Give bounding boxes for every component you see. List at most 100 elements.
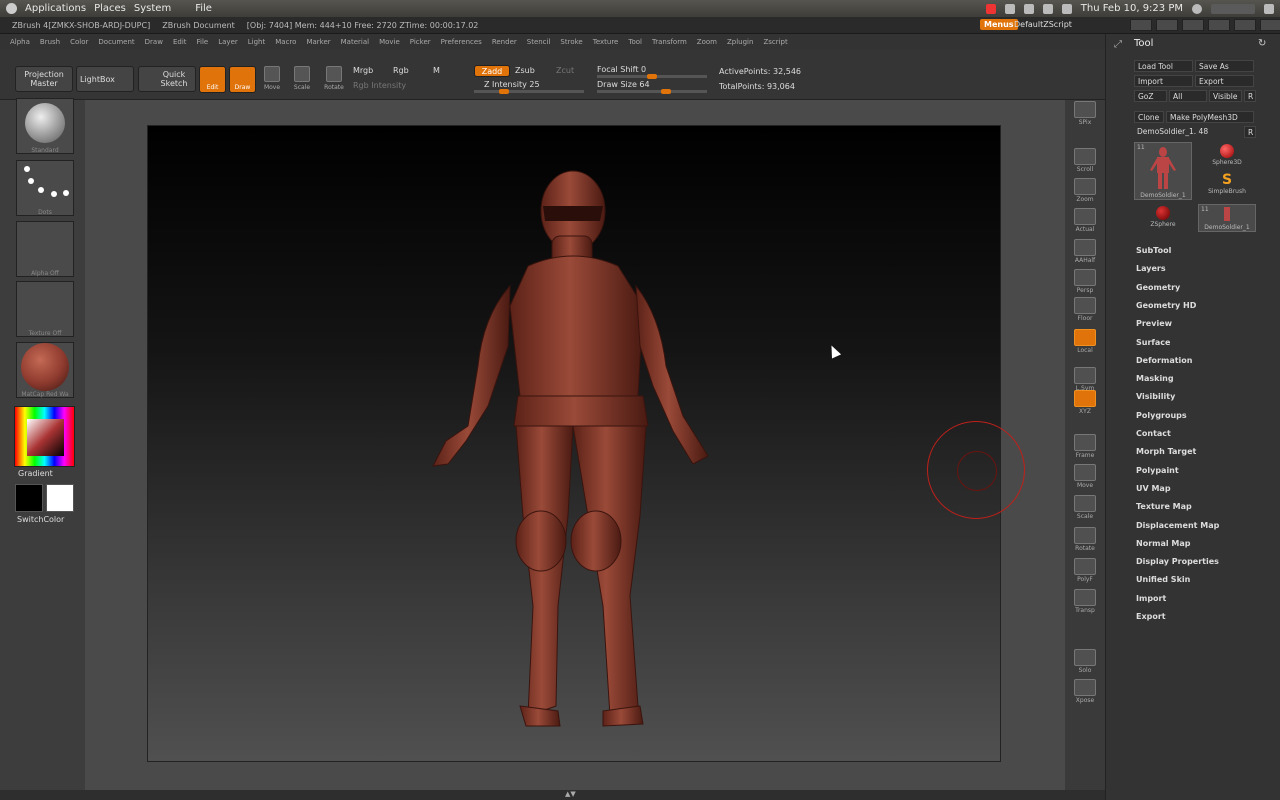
shelf-solo-button[interactable]: Solo: [1069, 648, 1101, 676]
quick-sketch-button[interactable]: Quick Sketch: [138, 66, 196, 92]
shelf-xpose-button[interactable]: Xpose: [1069, 678, 1101, 706]
menu-item-zscript[interactable]: Zscript: [763, 38, 787, 46]
focal-shift-knob[interactable]: [647, 74, 657, 79]
refresh-icon[interactable]: ↻: [1258, 38, 1266, 49]
expand-arrows-icon[interactable]: ▲▼: [565, 790, 576, 798]
layout2-icon[interactable]: [1156, 19, 1178, 31]
tool-thumb-simplebrush[interactable]: S SimpleBrush: [1198, 173, 1256, 201]
menu-item-layer[interactable]: Layer: [218, 38, 238, 46]
menu-item-stencil[interactable]: Stencil: [527, 38, 551, 46]
move-button[interactable]: Move: [258, 66, 286, 100]
gradient-label[interactable]: Gradient: [18, 469, 53, 478]
tool-palette-title[interactable]: Tool: [1134, 38, 1153, 49]
z-intensity-track[interactable]: [474, 89, 584, 94]
soldier-model[interactable]: [148, 126, 1002, 763]
subpalette-visibility[interactable]: Visibility: [1136, 392, 1175, 401]
rotate-button[interactable]: Rotate: [320, 66, 348, 100]
make-polymesh3d-button[interactable]: Make PolyMesh3D: [1166, 111, 1254, 123]
menu-item-color[interactable]: Color: [70, 38, 88, 46]
bluetooth-icon[interactable]: [1023, 3, 1034, 14]
color-square[interactable]: [27, 419, 64, 456]
r-button[interactable]: R: [1244, 90, 1256, 102]
power-icon[interactable]: [1264, 3, 1274, 14]
pin-icon[interactable]: ⤢: [1114, 39, 1122, 50]
z-intensity-knob[interactable]: [499, 89, 509, 94]
shelf-frame-button[interactable]: Frame: [1069, 433, 1101, 461]
current-tool-slider[interactable]: DemoSoldier_1. 48: [1134, 126, 1244, 138]
focal-shift-track[interactable]: [597, 74, 707, 79]
lock-icon[interactable]: [1182, 19, 1204, 31]
subpalette-subtool[interactable]: SubTool: [1136, 246, 1171, 255]
color-picker[interactable]: [14, 406, 75, 467]
username-redacted[interactable]: [1211, 3, 1255, 14]
menu-item-preferences[interactable]: Preferences: [441, 38, 482, 46]
subpalette-polypaint[interactable]: Polypaint: [1136, 466, 1179, 475]
alpha-selector[interactable]: Alpha Off: [16, 221, 74, 277]
menu-item-zoom[interactable]: Zoom: [697, 38, 717, 46]
menu-item-tool[interactable]: Tool: [628, 38, 642, 46]
menu-file[interactable]: File: [195, 3, 212, 14]
menu-item-transform[interactable]: Transform: [652, 38, 687, 46]
menu-item-light[interactable]: Light: [248, 38, 265, 46]
subpalette-polygroups[interactable]: Polygroups: [1136, 411, 1187, 420]
m-button[interactable]: M: [433, 66, 440, 75]
save-as-button[interactable]: Save As: [1195, 60, 1254, 72]
subpalette-preview[interactable]: Preview: [1136, 319, 1172, 328]
subpalette-displacement-map[interactable]: Displacement Map: [1136, 521, 1219, 530]
secondary-color[interactable]: [46, 484, 74, 512]
ubuntu-logo-icon[interactable]: [6, 3, 17, 14]
volume-icon[interactable]: [1042, 3, 1053, 14]
menu-item-document[interactable]: Document: [98, 38, 134, 46]
rgb-intensity-slider[interactable]: Rgb Intensity: [353, 81, 406, 90]
texture-selector[interactable]: Texture Off: [16, 281, 74, 337]
subpalette-import[interactable]: Import: [1136, 594, 1166, 603]
mail-icon[interactable]: [1061, 3, 1072, 14]
menu-item-file[interactable]: File: [197, 38, 209, 46]
menu-item-movie[interactable]: Movie: [379, 38, 400, 46]
subpalette-export[interactable]: Export: [1136, 612, 1166, 621]
subpalette-uv-map[interactable]: UV Map: [1136, 484, 1171, 493]
shelf-scale-button[interactable]: Scale: [1069, 494, 1101, 522]
shelf-persp-button[interactable]: Persp: [1069, 268, 1101, 296]
menu-item-zplugin[interactable]: Zplugin: [727, 38, 753, 46]
subpalette-geometry-hd[interactable]: Geometry HD: [1136, 301, 1196, 310]
shelf-zoom-button[interactable]: Zoom: [1069, 177, 1101, 205]
switch-color-button[interactable]: SwitchColor: [17, 515, 64, 524]
tool-thumb-zsphere[interactable]: ZSphere: [1134, 204, 1192, 232]
shelf-local-button[interactable]: Local: [1069, 328, 1101, 356]
default-zscript-button[interactable]: DefaultZScript: [1014, 20, 1072, 29]
import-button[interactable]: Import: [1134, 75, 1193, 87]
scale-button[interactable]: Scale: [288, 66, 316, 100]
shelf-move-button[interactable]: Move: [1069, 463, 1101, 491]
zadd-button[interactable]: Zadd: [474, 65, 510, 77]
subpalette-texture-map[interactable]: Texture Map: [1136, 502, 1192, 511]
shelf-rotate-button[interactable]: Rotate: [1069, 526, 1101, 554]
draw-size-slider[interactable]: Draw Size 64: [597, 80, 650, 89]
mrgb-button[interactable]: Mrgb: [353, 66, 373, 75]
zcut-button[interactable]: Zcut: [556, 66, 574, 75]
menu-item-alpha[interactable]: Alpha: [10, 38, 30, 46]
clock[interactable]: Thu Feb 10, 9:23 PM: [1081, 3, 1183, 14]
shelf-scroll-button[interactable]: Scroll: [1069, 147, 1101, 175]
subpalette-surface[interactable]: Surface: [1136, 338, 1170, 347]
tool-thumb-demosoldier[interactable]: 11 DemoSoldier_1: [1134, 142, 1192, 200]
maximize-icon[interactable]: [1234, 19, 1256, 31]
brush-selector[interactable]: Standard: [16, 98, 74, 154]
z-intensity-slider[interactable]: Z Intensity 25: [484, 80, 540, 89]
shelf-xyz-button[interactable]: XYZ: [1069, 389, 1101, 417]
menu-item-draw[interactable]: Draw: [145, 38, 163, 46]
menu-item-texture[interactable]: Texture: [593, 38, 619, 46]
clone-button[interactable]: Clone: [1134, 111, 1164, 123]
menu-system[interactable]: System: [134, 3, 171, 14]
document-canvas[interactable]: [147, 125, 1025, 763]
menu-item-material[interactable]: Material: [341, 38, 369, 46]
lightbox-button[interactable]: LightBox: [76, 66, 134, 92]
tool-thumb-sphere3d[interactable]: Sphere3D: [1198, 142, 1256, 170]
material-selector[interactable]: MatCap Red Wa: [16, 342, 74, 398]
menu-item-brush[interactable]: Brush: [40, 38, 60, 46]
export-button[interactable]: Export: [1195, 75, 1254, 87]
subpalette-geometry[interactable]: Geometry: [1136, 283, 1180, 292]
shelf-floor-button[interactable]: Floor: [1069, 296, 1101, 324]
menu-item-picker[interactable]: Picker: [410, 38, 431, 46]
subpalette-morph-target[interactable]: Morph Target: [1136, 447, 1196, 456]
